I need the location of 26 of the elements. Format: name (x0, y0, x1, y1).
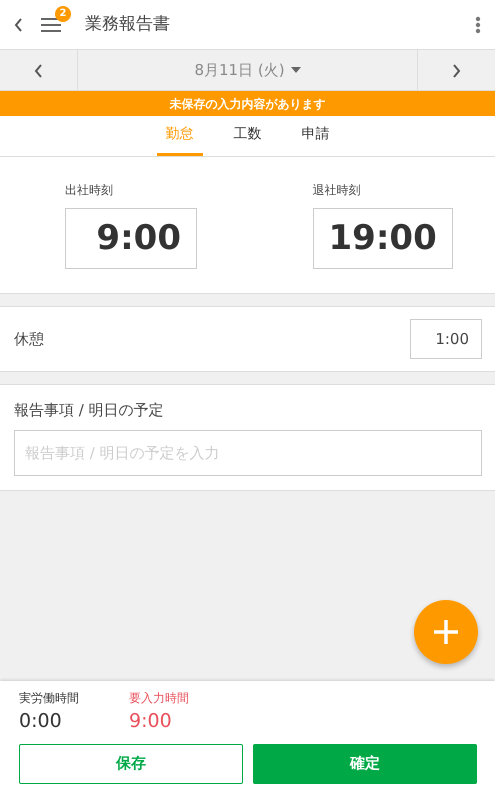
page-title: 業務報告書 (85, 12, 170, 36)
tab[interactable]: 申請 (292, 116, 338, 156)
report-label: 報告事項 / 明日の予定 (14, 400, 165, 421)
time-label: 出社時刻 (65, 182, 114, 199)
summary-label: 実労働時間 (19, 690, 79, 707)
more-button[interactable] (475, 16, 481, 34)
unsaved-banner: 未保存の入力内容があります (0, 91, 495, 116)
menu-button[interactable] (41, 18, 61, 32)
tab[interactable]: 工数 (224, 116, 270, 156)
summary-label: 要入力時間 (129, 690, 189, 707)
chevron-right-icon (452, 64, 461, 78)
break-field[interactable]: 1:00 (410, 319, 482, 359)
break-label: 休憩 (14, 328, 44, 350)
chevron-left-icon (34, 64, 43, 78)
menu-icon (41, 18, 61, 32)
time-label: 退社時刻 (312, 182, 362, 199)
summary-value: 0:00 (19, 709, 63, 734)
time-field[interactable]: 9:00 (65, 208, 197, 269)
notification-badge: 2 (55, 6, 71, 22)
back-button[interactable] (14, 18, 23, 32)
caret-icon (290, 67, 301, 73)
time-field[interactable]: 19:00 (312, 208, 453, 269)
plus-icon (433, 619, 459, 645)
summary-value: 9:00 (129, 709, 173, 734)
more-icon (475, 16, 481, 34)
back-icon (14, 18, 23, 32)
